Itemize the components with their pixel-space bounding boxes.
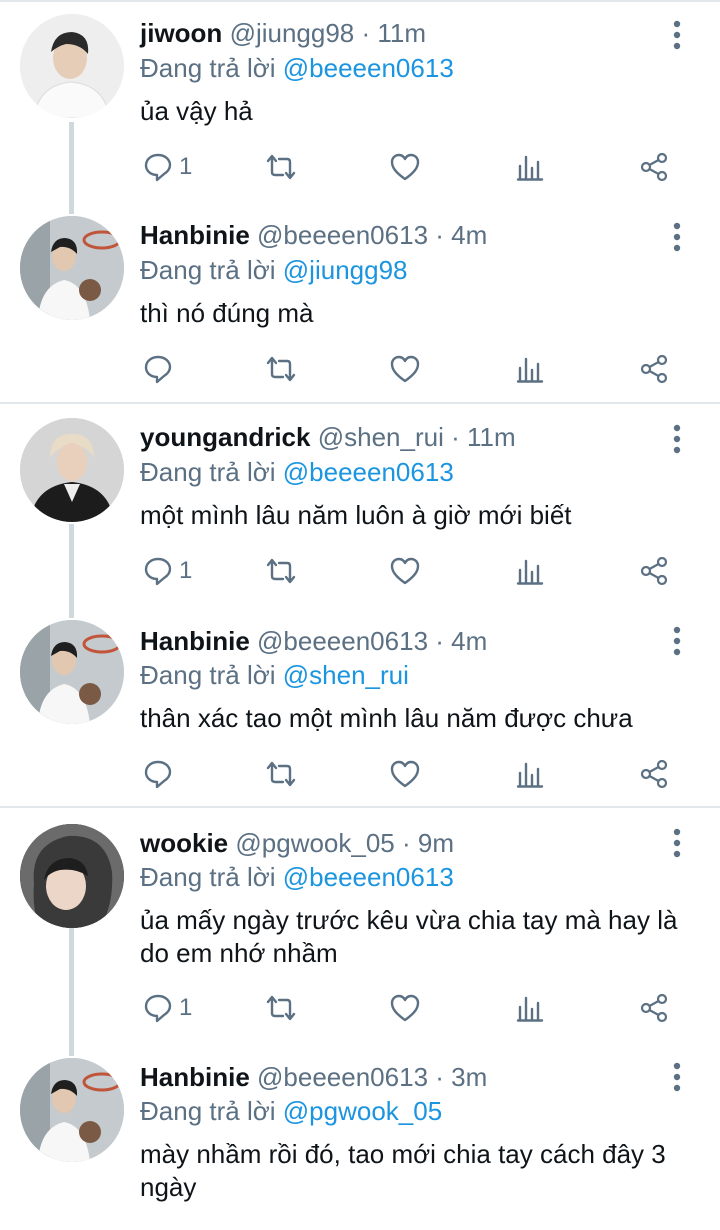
analytics-icon: [516, 155, 544, 181]
author-handle-time[interactable]: @jiungg98 · 11m: [230, 18, 426, 48]
like-button[interactable]: [389, 549, 421, 593]
avatar[interactable]: [20, 14, 124, 118]
tweet-text: một mình lâu năm luôn à giờ mới biết: [140, 500, 572, 530]
analytics-button[interactable]: [516, 145, 544, 189]
heart-icon: [390, 557, 420, 585]
reply-count: 1: [179, 994, 193, 1021]
retweet-icon: [266, 995, 296, 1021]
avatar[interactable]: [20, 418, 124, 522]
reply-button[interactable]: 1: [143, 986, 192, 1030]
author-handle-time[interactable]: @shen_rui · 11m: [318, 422, 516, 452]
reply-mention-link[interactable]: @beeeen0613: [283, 53, 454, 83]
heart-icon: [390, 153, 420, 181]
share-icon: [640, 152, 668, 182]
thread-separator: [0, 806, 720, 808]
tweet-text: ủa vậy hả: [140, 96, 253, 126]
reply-button[interactable]: 1: [143, 145, 192, 189]
more-vertical-icon[interactable]: [665, 826, 689, 860]
author-name[interactable]: jiwoon: [140, 18, 222, 48]
reply-icon: [144, 153, 172, 182]
replying-to-label: Đang trả lời: [140, 457, 283, 487]
analytics-icon: [516, 357, 544, 383]
analytics-button[interactable]: [516, 986, 544, 1030]
thread-separator: [0, 402, 720, 404]
analytics-icon: [516, 762, 544, 788]
like-button[interactable]: [389, 752, 421, 796]
author-handle-time[interactable]: @beeeen0613 · 4m: [257, 220, 487, 250]
reply-button[interactable]: [143, 752, 179, 796]
reply-mention-link[interactable]: @shen_rui: [283, 660, 409, 690]
avatar[interactable]: [20, 216, 124, 320]
author-name[interactable]: youngandrick: [140, 422, 310, 452]
tweet-text: mày nhầm rồi đó, tao mới chia tay cách đ…: [140, 1139, 666, 1202]
more-vertical-icon[interactable]: [665, 18, 689, 52]
share-button[interactable]: [638, 347, 670, 391]
analytics-button[interactable]: [516, 347, 544, 391]
like-button[interactable]: [389, 145, 421, 189]
more-vertical-icon[interactable]: [665, 422, 689, 456]
replying-to-label: Đang trả lời: [140, 53, 283, 83]
retweet-button[interactable]: [264, 347, 298, 391]
analytics-button[interactable]: [516, 549, 544, 593]
more-vertical-icon[interactable]: [665, 624, 689, 658]
analytics-icon: [516, 996, 544, 1022]
share-button[interactable]: [638, 145, 670, 189]
author-name[interactable]: Hanbinie: [140, 1062, 250, 1092]
reply-mention-link[interactable]: @beeeen0613: [283, 457, 454, 487]
retweet-button[interactable]: [264, 986, 298, 1030]
author-name[interactable]: Hanbinie: [140, 220, 250, 250]
author-handle-time[interactable]: @beeeen0613 · 4m: [257, 626, 487, 656]
more-vertical-icon[interactable]: [665, 1060, 689, 1094]
avatar[interactable]: [20, 1058, 124, 1162]
heart-icon: [390, 994, 420, 1022]
reply-button[interactable]: 1: [143, 549, 192, 593]
reply-icon: [144, 355, 172, 384]
retweet-icon: [266, 154, 296, 180]
replying-to-label: Đang trả lời: [140, 1096, 283, 1126]
analytics-button[interactable]: [516, 752, 544, 796]
retweet-button[interactable]: [264, 549, 298, 593]
reply-mention-link[interactable]: @pgwook_05: [283, 1096, 442, 1126]
avatar[interactable]: [20, 824, 124, 928]
tweet-text: thân xác tao một mình lâu năm được chưa: [140, 703, 633, 733]
reply-mention-link[interactable]: @jiungg98: [283, 255, 408, 285]
retweet-button[interactable]: [264, 752, 298, 796]
share-icon: [640, 759, 668, 789]
like-button[interactable]: [389, 986, 421, 1030]
reply-icon: [144, 994, 172, 1023]
retweet-icon: [266, 558, 296, 584]
tweet-text: thì nó đúng mà: [140, 298, 314, 328]
reply-icon: [144, 760, 172, 789]
reply-mention-link[interactable]: @beeeen0613: [283, 862, 454, 892]
reply-count: 1: [179, 153, 193, 180]
share-icon: [640, 993, 668, 1023]
author-handle-time[interactable]: @beeeen0613 · 3m: [257, 1062, 487, 1092]
replying-to-label: Đang trả lời: [140, 862, 283, 892]
like-button[interactable]: [389, 347, 421, 391]
share-button[interactable]: [638, 986, 670, 1030]
replying-to-label: Đang trả lời: [140, 660, 283, 690]
avatar[interactable]: [20, 620, 124, 724]
author-handle-time[interactable]: @pgwook_05 · 9m: [235, 828, 454, 858]
share-icon: [640, 354, 668, 384]
author-name[interactable]: wookie: [140, 828, 228, 858]
replying-to-label: Đang trả lời: [140, 255, 283, 285]
reply-button[interactable]: [143, 347, 179, 391]
more-vertical-icon[interactable]: [665, 220, 689, 254]
share-button[interactable]: [638, 752, 670, 796]
tweet-text: ủa mấy ngày trước kêu vừa chia tay mà ha…: [140, 905, 678, 968]
analytics-icon: [516, 559, 544, 585]
share-icon: [640, 556, 668, 586]
reply-count: 1: [179, 557, 193, 584]
heart-icon: [390, 355, 420, 383]
author-name[interactable]: Hanbinie: [140, 626, 250, 656]
retweet-button[interactable]: [264, 145, 298, 189]
heart-icon: [390, 760, 420, 788]
share-button[interactable]: [638, 549, 670, 593]
retweet-icon: [266, 356, 296, 382]
thread-separator-top: [0, 0, 720, 2]
retweet-icon: [266, 761, 296, 787]
reply-icon: [144, 557, 172, 586]
